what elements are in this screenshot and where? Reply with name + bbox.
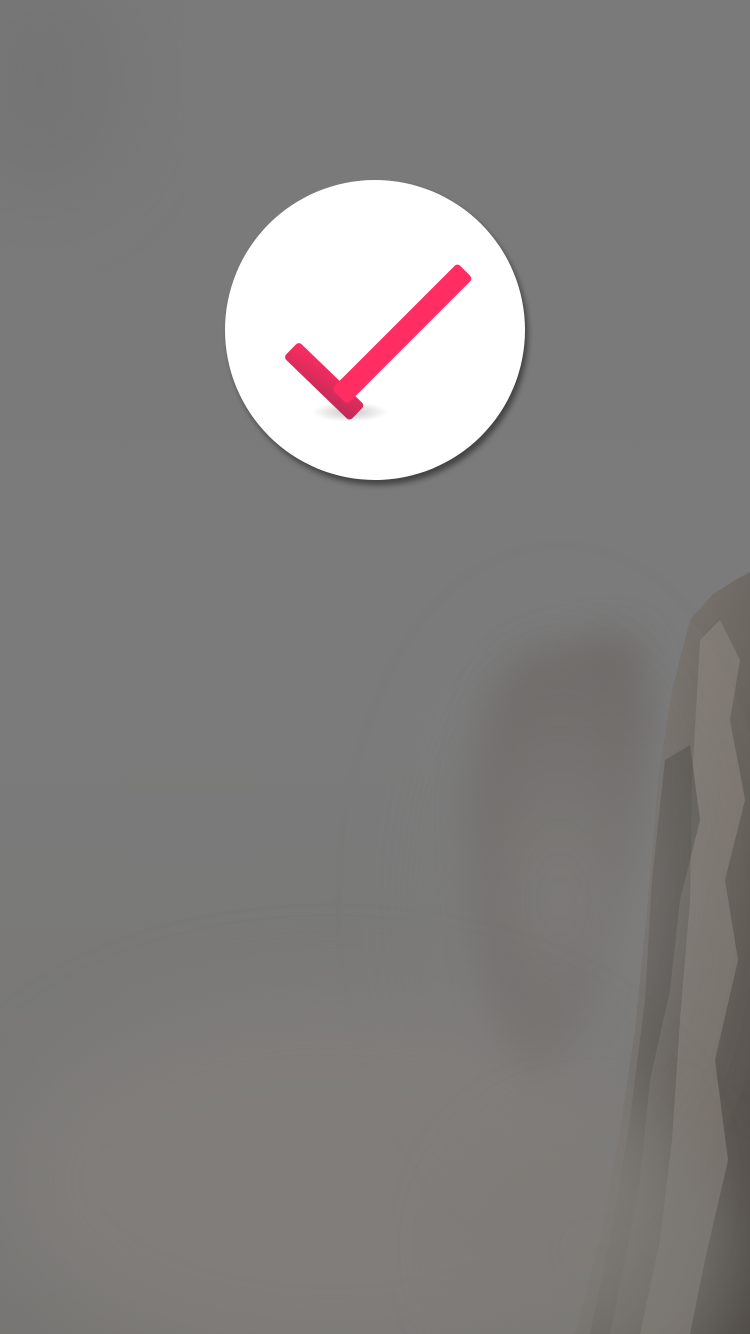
success-screen [0, 0, 750, 1334]
success-badge [225, 180, 525, 480]
checkmark-icon [285, 264, 472, 422]
